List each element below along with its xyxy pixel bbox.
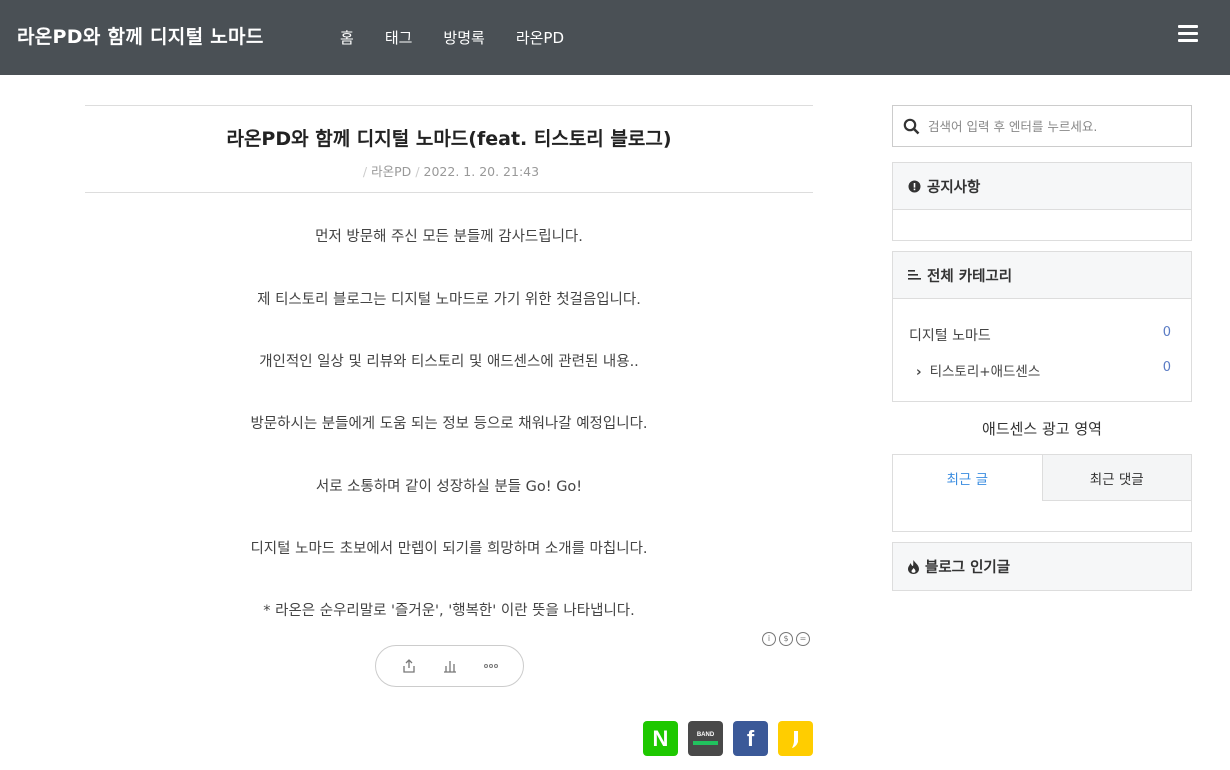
chevron-right-icon: › xyxy=(916,364,922,380)
category-count: 0 xyxy=(1162,325,1171,340)
category-sub-label: › 티스토리+애드센스 xyxy=(909,360,1040,380)
paragraph: 제 티스토리 블로그는 디지털 노마드로 가기 위한 첫걸음입니다. xyxy=(257,292,641,308)
popular-title: 블로그 인기글 xyxy=(925,560,1011,576)
category-label: 디지털 노마드 xyxy=(909,328,991,344)
paragraph: * 라온은 순우리말로 '즐거운', '행복한' 이란 뜻을 나타냅니다. xyxy=(263,603,635,619)
search-icon xyxy=(903,118,920,134)
search-box xyxy=(892,105,1192,147)
post-header: 라온PD와 함께 디지털 노마드(feat. 티스토리 블로그) / 라온PD/2… xyxy=(85,105,813,193)
naver-share-button[interactable]: N xyxy=(643,721,678,756)
site-title[interactable]: 라온PD와 함께 디지털 노마드 xyxy=(17,22,264,49)
share-icon[interactable] xyxy=(399,656,419,676)
exclamation-icon xyxy=(908,180,921,192)
paragraph: 방문하시는 분들에게 도움 되는 정보 등으로 채워나갈 예정입니다. xyxy=(250,416,648,432)
post-meta: / 라온PD/2022. 1. 20. 21:43 xyxy=(85,161,813,180)
post-date: 2022. 1. 20. 21:43 xyxy=(423,164,540,179)
popular-box: 블로그 인기글 xyxy=(892,542,1192,591)
band-share-button[interactable]: BAND xyxy=(688,721,723,756)
nav-tags[interactable]: 태그 xyxy=(385,27,413,48)
stats-icon[interactable] xyxy=(440,656,460,676)
paragraph: 서로 소통하며 같이 성장하실 분들 Go! Go! xyxy=(315,479,583,495)
sns-share: N BAND f xyxy=(643,721,813,756)
notice-header: 공지사항 xyxy=(893,163,1191,210)
sidebar: 공지사항 전체 카테고리 디지털 노마드 0 › 티스토리+애드센스 0 애드센스… xyxy=(892,105,1192,591)
notice-box: 공지사항 xyxy=(892,162,1192,241)
notice-title: 공지사항 xyxy=(927,179,981,196)
fire-icon xyxy=(908,559,919,574)
category-title: 전체 카테고리 xyxy=(927,268,1013,285)
band-logo: BAND xyxy=(696,732,715,738)
category-item-tistory-adsense[interactable]: › 티스토리+애드센스 0 xyxy=(909,360,1171,380)
post-area: 라온PD와 함께 디지털 노마드(feat. 티스토리 블로그) / 라온PD/2… xyxy=(85,105,813,756)
post-actions xyxy=(375,645,524,687)
meta-separator: / xyxy=(415,164,420,179)
nav-profile[interactable]: 라온PD xyxy=(516,27,564,48)
cc-nc-icon: $ xyxy=(779,632,793,646)
cc-by-icon: i xyxy=(762,632,776,646)
search-input[interactable] xyxy=(928,118,1178,134)
adsense-area: 애드센스 광고 영역 xyxy=(982,420,1102,438)
category-list: 디지털 노마드 0 › 티스토리+애드센스 0 xyxy=(893,299,1191,401)
kakao-share-button[interactable] xyxy=(778,721,813,756)
paragraph: 개인적인 일상 및 리뷰와 티스토리 및 애드센스에 관련된 내용.. xyxy=(259,354,639,370)
recent-tabs: 최근 글 최근 댓글 xyxy=(892,454,1192,532)
paragraph: 디지털 노마드 초보에서 만렙이 되기를 희망하며 소개를 마칩니다. xyxy=(250,541,648,557)
post-author[interactable]: 라온PD xyxy=(371,164,411,179)
facebook-share-button[interactable]: f xyxy=(733,721,768,756)
category-box: 전체 카테고리 디지털 노마드 0 › 티스토리+애드센스 0 xyxy=(892,251,1192,402)
main-nav: 홈 태그 방명록 라온PD xyxy=(340,27,595,48)
hamburger-menu-icon[interactable] xyxy=(1178,25,1198,43)
notice-list xyxy=(893,210,1191,240)
header: 라온PD와 함께 디지털 노마드 홈 태그 방명록 라온PD xyxy=(0,0,1230,75)
popular-header: 블로그 인기글 xyxy=(893,543,1191,590)
meta-separator: / xyxy=(362,164,368,179)
paragraph: 먼저 방문해 주신 모든 분들께 감사드립니다. xyxy=(315,229,583,245)
list-icon xyxy=(908,270,921,280)
more-icon[interactable] xyxy=(481,656,501,676)
cc-nd-icon: = xyxy=(796,632,810,646)
nav-home[interactable]: 홈 xyxy=(340,27,354,48)
category-count: 0 xyxy=(1162,360,1171,375)
category-header: 전체 카테고리 xyxy=(893,252,1191,299)
tab-recent-comments[interactable]: 최근 댓글 xyxy=(1041,455,1191,501)
tab-recent-posts[interactable]: 최근 글 xyxy=(893,455,1042,501)
post-title: 라온PD와 함께 디지털 노마드(feat. 티스토리 블로그) xyxy=(226,128,672,150)
category-label: 티스토리+애드센스 xyxy=(929,364,1041,380)
cc-license[interactable]: i $ = xyxy=(762,632,810,646)
category-item-digital-nomad[interactable]: 디지털 노마드 0 xyxy=(909,325,1171,345)
nav-guestbook[interactable]: 방명록 xyxy=(443,27,484,48)
